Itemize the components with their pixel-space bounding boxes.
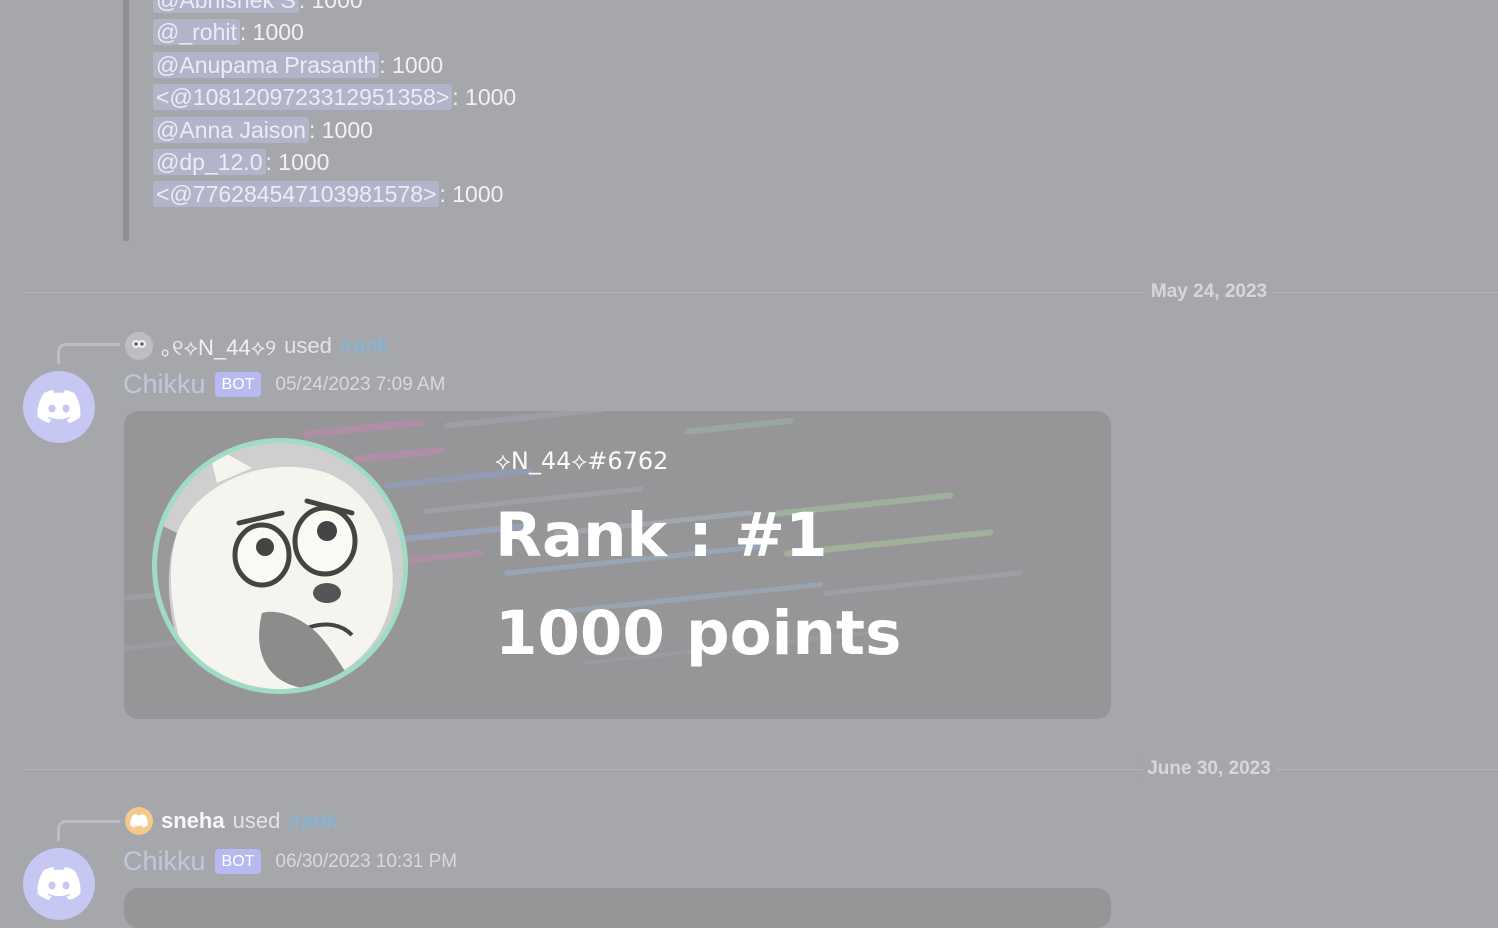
separator: : (308, 116, 322, 143)
discord-logo-icon (37, 390, 81, 423)
points-value: 1000 (392, 51, 444, 78)
user-avatar-icon[interactable] (125, 332, 153, 360)
message-header: Chikku BOT 06/30/2023 10:31 PM (123, 846, 457, 877)
points-value: 1000 (321, 116, 373, 143)
leaderboard-list: @Abhishek S: 1000 @_rohit: 1000 @Anupama… (153, 0, 516, 211)
points-value: 1000 (465, 84, 517, 111)
bot-username[interactable]: Chikku (123, 846, 206, 877)
reply-spine (57, 343, 120, 364)
date-divider (24, 769, 1498, 770)
card-username: ⟡N_44⟡#6762 (495, 447, 669, 475)
discord-logo-icon (37, 867, 81, 900)
points-value: 1000 (452, 181, 504, 208)
leaderboard-row: <@776284547103981578>: 1000 (153, 178, 516, 210)
points-value: 1000 (311, 0, 363, 13)
user-mention[interactable]: @_rohit (153, 19, 240, 46)
user-mention[interactable]: @Anupama Prasanth (153, 51, 380, 78)
leaderboard-row: @Abhishek S: 1000 (153, 0, 516, 16)
user-mention[interactable]: @Anna Jaison (153, 116, 309, 143)
separator: : (379, 51, 393, 78)
reply-context[interactable]: ｡୧⟡N_44⟡୨ used /rank (125, 330, 389, 362)
bot-avatar[interactable] (23, 848, 95, 920)
message-timestamp[interactable]: 06/30/2023 10:31 PM (275, 851, 457, 873)
reply-command-link[interactable]: /rank (288, 808, 337, 834)
card-rank: Rank : #1 (495, 500, 828, 571)
reply-context[interactable]: sneha used /rank (125, 807, 337, 835)
points-value: 1000 (252, 19, 304, 46)
separator: : (439, 181, 453, 208)
leaderboard-row: @_rohit: 1000 (153, 16, 516, 48)
user-mention[interactable]: @dp_12.0 (153, 148, 266, 175)
message-timestamp[interactable]: 05/24/2023 7:09 AM (275, 374, 445, 396)
leaderboard-row: @dp_12.0: 1000 (153, 146, 516, 178)
user-mention[interactable]: <@776284547103981578> (153, 181, 440, 208)
points-value: 1000 (278, 148, 330, 175)
separator: : (452, 84, 466, 111)
bot-username[interactable]: Chikku (123, 369, 206, 400)
separator: : (265, 148, 279, 175)
date-divider-label: June 30, 2023 (1142, 758, 1276, 780)
blockquote-bar (123, 0, 129, 241)
leaderboard-row: @Anna Jaison: 1000 (153, 114, 516, 146)
reply-used-text: used (232, 808, 281, 833)
discord-logo-icon[interactable] (125, 807, 153, 835)
panda-avatar-icon (157, 443, 403, 689)
date-divider (24, 292, 1498, 293)
leaderboard-row: @Anupama Prasanth: 1000 (153, 49, 516, 81)
separator: : (239, 19, 253, 46)
message-header: Chikku BOT 05/24/2023 7:09 AM (123, 369, 446, 400)
leaderboard-row: <@1081209723312951358>: 1000 (153, 81, 516, 113)
user-mention[interactable]: <@1081209723312951358> (153, 84, 453, 111)
bot-badge: BOT (214, 372, 262, 397)
bot-badge: BOT (214, 849, 262, 874)
card-points: 1000 points (495, 598, 902, 669)
bot-avatar[interactable] (23, 371, 95, 443)
profile-picture (152, 438, 408, 694)
reply-command-link[interactable]: /rank (340, 333, 389, 359)
user-mention[interactable]: @Abhishek S (153, 0, 299, 13)
reply-used-text: used (284, 333, 332, 358)
separator: : (298, 0, 312, 13)
rank-card-image[interactable] (124, 888, 1111, 928)
date-divider-label: May 24, 2023 (1145, 281, 1273, 303)
reply-username[interactable]: ｡୧⟡N_44⟡୨ (161, 330, 276, 362)
reply-username[interactable]: sneha (161, 808, 225, 834)
reply-spine (57, 820, 120, 841)
